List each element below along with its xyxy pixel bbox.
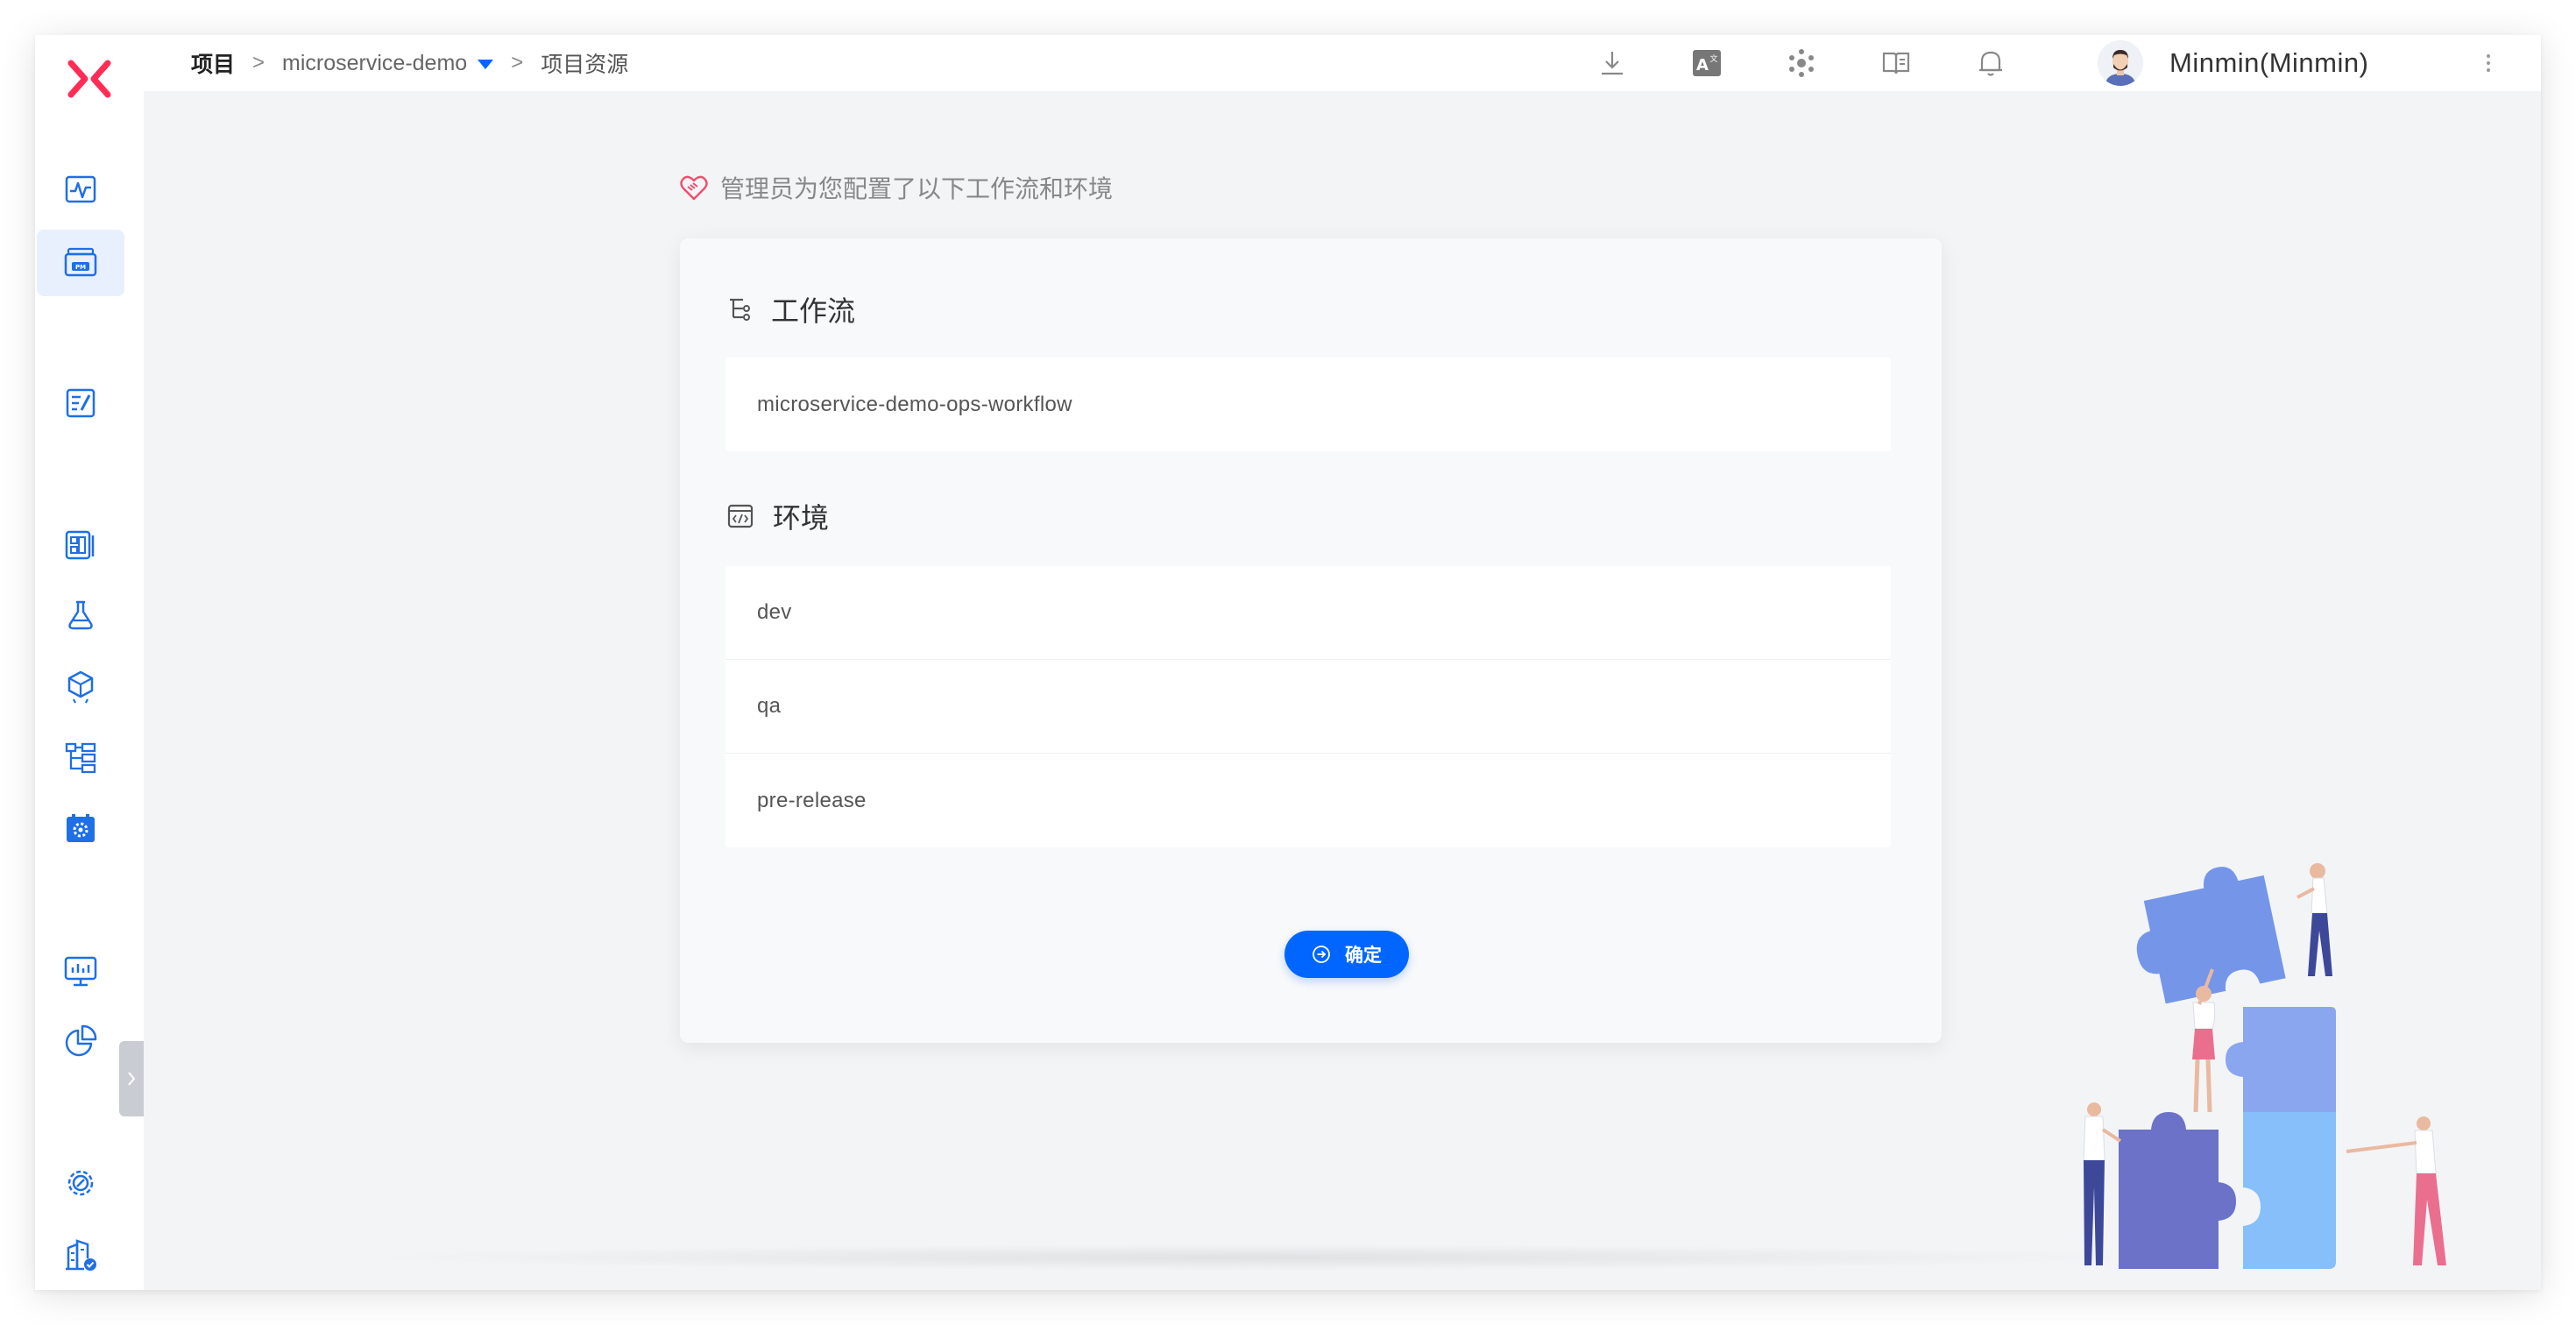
zadig-logo-icon bbox=[67, 60, 111, 98]
breadcrumb-current: 项目资源 bbox=[541, 53, 629, 77]
delivery-package-icon bbox=[67, 670, 94, 704]
project-pm-icon: PM bbox=[64, 247, 97, 277]
plugin-button[interactable] bbox=[1784, 46, 1819, 81]
sidebar-item-monitor[interactable] bbox=[37, 938, 124, 1004]
sidebar-item-service[interactable] bbox=[37, 724, 124, 790]
dot bbox=[2487, 68, 2490, 72]
service-structure-icon bbox=[65, 742, 96, 774]
edit-doc-icon bbox=[66, 388, 96, 418]
monitor-icon bbox=[64, 956, 97, 987]
window-bottom-shadow bbox=[350, 1244, 2155, 1271]
workflow-tree-icon bbox=[730, 298, 750, 321]
sidebar-item-analytics[interactable] bbox=[37, 1008, 124, 1074]
breadcrumb-project-selector[interactable]: microservice-demo bbox=[282, 50, 494, 76]
puzzle-piece-right-bottom bbox=[2243, 1112, 2336, 1269]
workflow-title: 工作流 bbox=[771, 295, 856, 327]
sidebar-item-build[interactable] bbox=[37, 796, 124, 862]
environment-title: 环境 bbox=[773, 502, 830, 534]
config-notice: 管理员为您配置了以下工作流和环境 bbox=[680, 170, 1113, 205]
puzzle-piece-top bbox=[2136, 867, 2286, 1004]
logo[interactable] bbox=[60, 49, 119, 109]
svg-text:A: A bbox=[1696, 56, 1709, 74]
breadcrumb: 项目 > microservice-demo > 项目资源 bbox=[191, 35, 628, 91]
sidebar-item-activity[interactable] bbox=[37, 156, 124, 223]
chevron-right-icon bbox=[128, 1072, 136, 1086]
dot bbox=[2487, 54, 2490, 58]
breadcrumb-root[interactable]: 项目 bbox=[191, 47, 235, 79]
confirm-label: 确定 bbox=[1345, 946, 1382, 966]
caret-down-icon bbox=[478, 59, 494, 69]
person-left bbox=[2083, 1102, 2122, 1265]
app-window: PM 项目 > microservice-demo > 项目资源 A 文 Min… bbox=[35, 35, 2541, 1290]
notice-text: 管理员为您配置了以下工作流和环境 bbox=[720, 175, 1114, 202]
enterprise-building-icon bbox=[66, 1239, 96, 1271]
sidebar-item-dashboard[interactable] bbox=[37, 512, 124, 578]
svg-text:PM: PM bbox=[75, 264, 86, 271]
sidebar-item-edit[interactable] bbox=[37, 370, 124, 436]
activity-icon bbox=[65, 175, 96, 203]
user-avatar-icon bbox=[2098, 40, 2143, 86]
language-button[interactable]: A 文 bbox=[1689, 46, 1724, 81]
more-menu-button[interactable] bbox=[2480, 47, 2497, 79]
environment-item-pre-release[interactable]: pre-release bbox=[725, 754, 1891, 847]
environment-item-dev[interactable]: dev bbox=[725, 566, 1891, 660]
sidebar-item-test[interactable] bbox=[37, 582, 124, 648]
bell-icon bbox=[1979, 51, 2002, 76]
sidebar-item-delivery[interactable] bbox=[37, 654, 124, 720]
notifications-button[interactable] bbox=[1973, 46, 2008, 81]
user-name: Minmin(Minmin) bbox=[2169, 47, 2369, 78]
sidebar-item-enterprise[interactable] bbox=[37, 1222, 124, 1288]
translate-icon: A 文 bbox=[1693, 50, 1721, 76]
confirm-button[interactable]: 确定 bbox=[1284, 931, 1409, 978]
breadcrumb-project: microservice-demo bbox=[282, 50, 468, 75]
sidebar: PM bbox=[35, 35, 144, 1290]
download-button[interactable] bbox=[1595, 46, 1630, 81]
environment-section-title: 环境 bbox=[727, 496, 829, 536]
breadcrumb-separator: > bbox=[252, 51, 265, 74]
build-settings-icon bbox=[67, 814, 95, 842]
test-flask-icon bbox=[68, 600, 93, 630]
puzzle-piece-right-top bbox=[2226, 1007, 2336, 1112]
pie-chart-icon bbox=[65, 1024, 97, 1057]
user-menu[interactable]: Minmin(Minmin) bbox=[2098, 35, 2368, 91]
environment-item-qa[interactable]: qa bbox=[725, 660, 1891, 754]
sidebar-item-system-settings[interactable] bbox=[37, 1150, 124, 1216]
puzzle-team-illustration bbox=[2083, 863, 2446, 1269]
docs-button[interactable] bbox=[1879, 46, 1914, 81]
environment-list: dev qa pre-release bbox=[725, 566, 1891, 847]
workflow-section-title: 工作流 bbox=[727, 289, 855, 329]
avatar bbox=[2098, 40, 2143, 86]
breadcrumb-separator: > bbox=[511, 51, 524, 74]
docs-book-icon bbox=[1882, 52, 1910, 74]
person-top bbox=[2296, 863, 2332, 976]
workflow-list: microservice-demo-ops-workflow bbox=[725, 358, 1891, 451]
top-bar: 项目 > microservice-demo > 项目资源 A 文 Minmin… bbox=[144, 35, 2541, 91]
sidebar-item-project[interactable]: PM bbox=[37, 230, 124, 296]
workflow-item[interactable]: microservice-demo-ops-workflow bbox=[725, 358, 1891, 451]
dot bbox=[2487, 61, 2490, 65]
system-settings-icon bbox=[67, 1170, 94, 1196]
resource-card: 工作流 microservice-demo-ops-workflow 环境 de… bbox=[680, 238, 1942, 1043]
handshake-heart-icon bbox=[680, 175, 708, 201]
dashboard-panel-icon bbox=[65, 530, 95, 560]
svg-text:文: 文 bbox=[1709, 53, 1717, 64]
sidebar-expand-handle[interactable] bbox=[119, 1041, 144, 1116]
arrow-right-circle-icon bbox=[1313, 946, 1330, 963]
download-icon bbox=[1602, 52, 1623, 75]
person-right bbox=[2346, 1116, 2446, 1265]
environment-code-icon bbox=[727, 504, 754, 528]
plugin-icon bbox=[1789, 49, 1814, 77]
